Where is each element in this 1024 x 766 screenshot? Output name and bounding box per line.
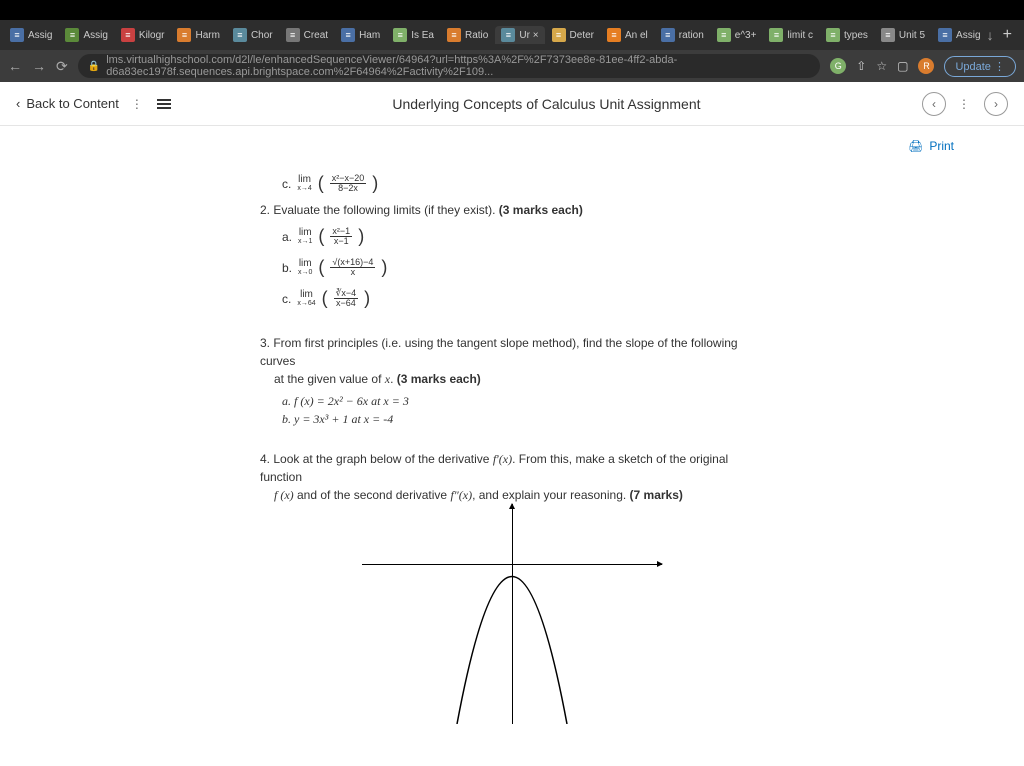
question-3: 3. From first principles (i.e. using the… xyxy=(260,334,764,428)
tab-label: Harm xyxy=(195,30,219,41)
browser-tab[interactable]: ≡ Assig xyxy=(59,26,113,44)
q1-item-c: c. limx→4 ( x²−x−208−2x ) xyxy=(282,170,764,197)
tab-label: limit c xyxy=(787,30,813,41)
hamburger-icon[interactable] xyxy=(157,99,171,109)
browser-tabs-bar: ≡Assig≡Assig≡Kilogr≡Harm≡Chor≡Creat≡Ham≡… xyxy=(0,20,1024,50)
extension-icon[interactable]: G xyxy=(830,58,846,74)
browser-tab[interactable]: ≡ Is Ea xyxy=(387,26,440,44)
document-content: c. limx→4 ( x²−x−208−2x ) 2. Evaluate th… xyxy=(0,170,1024,766)
tab-label: types xyxy=(844,30,868,41)
new-tab-button[interactable]: + xyxy=(995,26,1020,44)
tab-favicon: ≡ xyxy=(393,28,407,42)
browser-tab[interactable]: ≡ limit c xyxy=(763,26,819,44)
tab-label: Is Ea xyxy=(411,30,434,41)
forward-button[interactable]: → xyxy=(32,58,46,74)
update-button[interactable]: Update ⋮ xyxy=(944,56,1016,77)
tab-favicon: ≡ xyxy=(826,28,840,42)
tab-label: Ham xyxy=(359,30,380,41)
tab-favicon: ≡ xyxy=(607,28,621,42)
bookmark-icon[interactable]: ☆ xyxy=(876,59,887,73)
tab-favicon: ≡ xyxy=(881,28,895,42)
browser-tab[interactable]: ≡ Harm xyxy=(171,26,225,44)
lock-icon: 🔒 xyxy=(88,61,100,72)
tab-favicon: ≡ xyxy=(233,28,247,42)
q3-item-a: a. f (x) = 2x² − 6x at x = 3 xyxy=(282,392,764,410)
tab-favicon: ≡ xyxy=(286,28,300,42)
tab-favicon: ≡ xyxy=(341,28,355,42)
browser-tab[interactable]: ≡ Kilogr xyxy=(115,26,171,44)
back-button[interactable]: ← xyxy=(8,58,22,74)
tab-label: Assig xyxy=(83,30,107,41)
q3-item-b: b. y = 3x³ + 1 at x = -4 xyxy=(282,410,764,428)
q2-item-b: b. limx→0 ( √(x+16)−4x ) xyxy=(282,254,764,281)
tab-favicon: ≡ xyxy=(769,28,783,42)
prev-page-button[interactable]: ‹ xyxy=(922,92,946,116)
tab-favicon: ≡ xyxy=(121,28,135,42)
tab-label: Creat xyxy=(304,30,328,41)
tab-label: Unit 5 xyxy=(899,30,925,41)
tab-label: An el xyxy=(625,30,648,41)
question-2: 2. Evaluate the following limits (if the… xyxy=(260,201,764,312)
browser-tab[interactable]: ≡ An el xyxy=(601,26,654,44)
browser-tab[interactable]: ≡ Assig xyxy=(4,26,58,44)
browser-tab[interactable]: ≡ ration xyxy=(655,26,710,44)
chevron-left-icon: ‹ xyxy=(16,96,20,111)
q2-item-a: a. limx→1 ( x²−1x−1 ) xyxy=(282,223,764,250)
derivative-graph xyxy=(362,524,662,724)
tab-label: Assig xyxy=(28,30,52,41)
tab-label: e^3+ xyxy=(735,30,757,41)
kebab-menu[interactable]: ⋮ xyxy=(131,97,145,111)
print-button[interactable]: 🖨 Print xyxy=(908,139,954,153)
tab-favicon: ≡ xyxy=(177,28,191,42)
share-icon[interactable]: ⇧ xyxy=(856,59,866,73)
question-4: 4. Look at the graph below of the deriva… xyxy=(260,450,764,724)
browser-tab[interactable]: ≡ Creat xyxy=(280,26,334,44)
next-page-button[interactable]: › xyxy=(984,92,1008,116)
tab-label: Deter xyxy=(570,30,594,41)
browser-tab[interactable]: ≡ Assig xyxy=(932,26,986,44)
tab-favicon: ≡ xyxy=(661,28,675,42)
url-text: lms.virtualhighschool.com/d2l/le/enhance… xyxy=(106,54,810,78)
browser-tab[interactable]: ≡ Unit 5 xyxy=(875,26,931,44)
tab-label: Assig xyxy=(956,30,980,41)
download-icon: ↓ xyxy=(987,27,994,43)
browser-tab[interactable]: ≡ types xyxy=(820,26,874,44)
reload-button[interactable]: ⟳ xyxy=(56,58,68,75)
browser-tab[interactable]: ≡ Ratio xyxy=(441,26,494,44)
tab-label: Ratio xyxy=(465,30,488,41)
tab-favicon: ≡ xyxy=(717,28,731,42)
browser-tab[interactable]: ≡ e^3+ xyxy=(711,26,763,44)
tab-label: Kilogr xyxy=(139,30,165,41)
tab-favicon: ≡ xyxy=(10,28,24,42)
tab-favicon: ≡ xyxy=(552,28,566,42)
browser-tab[interactable]: ≡ Ur × xyxy=(495,26,544,44)
tab-label: Ur × xyxy=(519,30,538,41)
profile-icon[interactable]: R xyxy=(918,58,934,74)
browser-tab[interactable]: ≡ Deter xyxy=(546,26,600,44)
reader-icon[interactable]: ▢ xyxy=(897,59,908,73)
back-to-content-link[interactable]: ‹ Back to Content xyxy=(16,96,119,111)
page-options[interactable]: ⋮ xyxy=(958,97,972,111)
tab-favicon: ≡ xyxy=(447,28,461,42)
tab-favicon: ≡ xyxy=(938,28,952,42)
browser-tab[interactable]: ≡ Chor xyxy=(227,26,279,44)
q2-item-c: c. limx→64 ( ∛x−4x−64 ) xyxy=(282,285,764,312)
address-field[interactable]: 🔒 lms.virtualhighschool.com/d2l/le/enhan… xyxy=(78,54,821,78)
page-title: Underlying Concepts of Calculus Unit Ass… xyxy=(183,96,910,112)
content-toolbar: ‹ Back to Content ⋮ Underlying Concepts … xyxy=(0,82,1024,126)
tab-favicon: ≡ xyxy=(65,28,79,42)
tab-favicon: ≡ xyxy=(501,28,515,42)
tab-label: Chor xyxy=(251,30,273,41)
url-bar: ← → ⟳ 🔒 lms.virtualhighschool.com/d2l/le… xyxy=(0,50,1024,82)
browser-tab[interactable]: ≡ Ham xyxy=(335,26,386,44)
tab-label: ration xyxy=(679,30,704,41)
parabola-curve xyxy=(362,504,662,724)
print-icon: 🖨 xyxy=(908,139,923,153)
